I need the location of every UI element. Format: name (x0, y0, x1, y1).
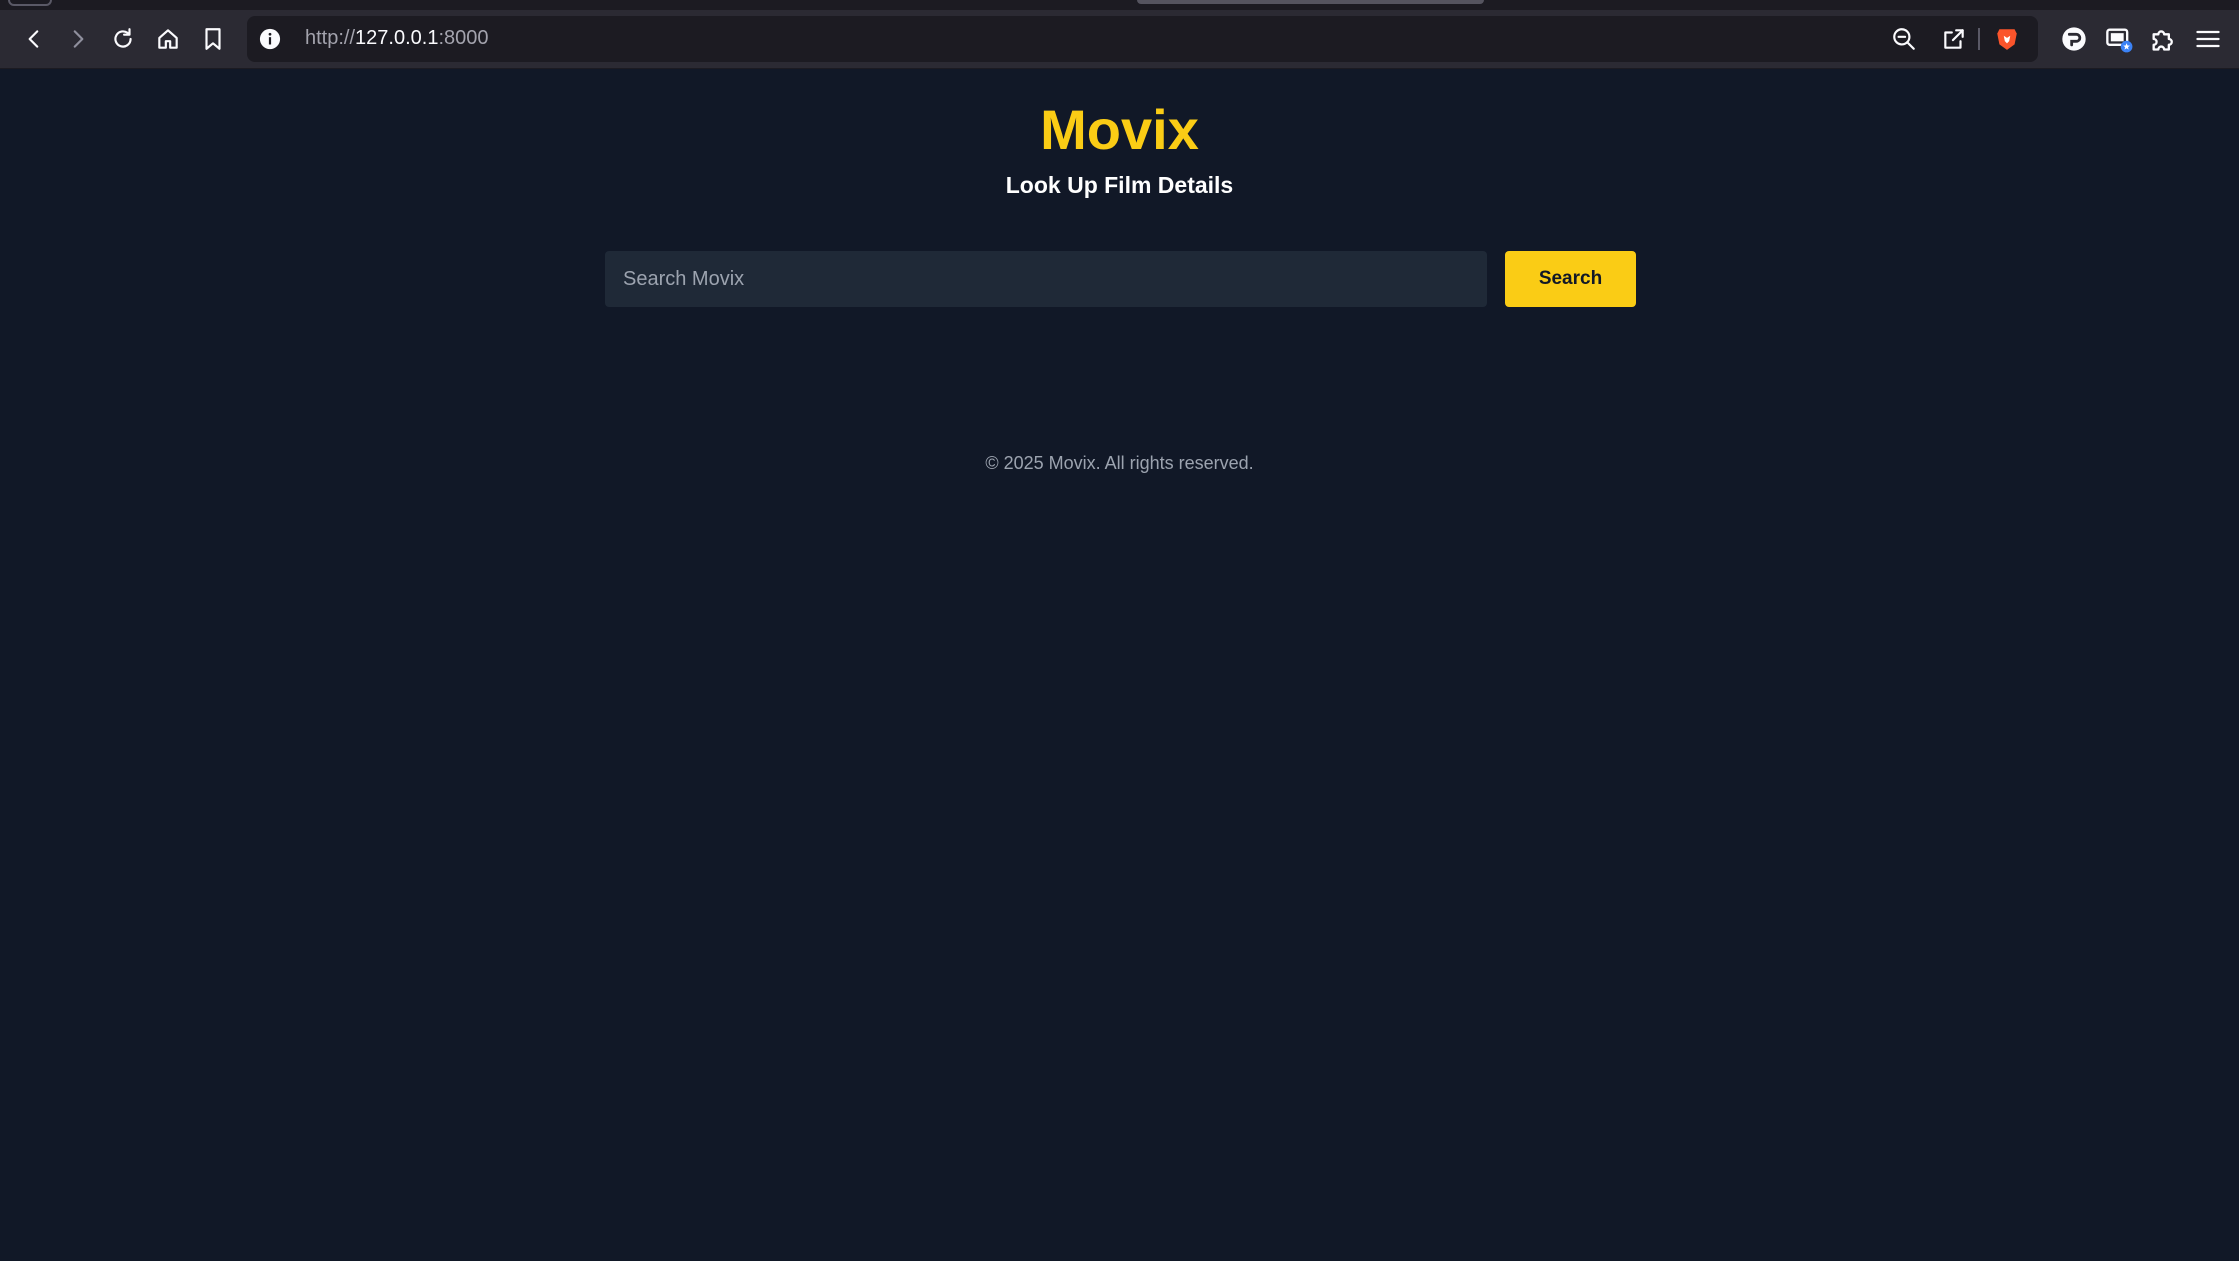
info-icon[interactable] (259, 28, 281, 50)
extension-a-button[interactable] (2056, 21, 2092, 57)
reload-icon (114, 28, 132, 48)
brave-lion-icon (1997, 29, 2017, 50)
address-bar[interactable]: http://127.0.0.1:8000 (247, 16, 2038, 62)
zoom-out-icon (1893, 28, 1915, 50)
url-text[interactable]: http://127.0.0.1:8000 (305, 27, 489, 50)
page-content: Movix Look Up Film Details Search © 2025… (0, 69, 2239, 1261)
share-icon (1944, 29, 1964, 49)
tab-strip (0, 0, 2239, 10)
menu-button[interactable] (2190, 21, 2226, 57)
url-scheme: http:// (305, 27, 356, 49)
forward-button[interactable] (60, 21, 96, 57)
active-tab[interactable] (1137, 0, 1484, 4)
browser-toolbar: http://127.0.0.1:8000 (0, 0, 2239, 69)
reload-button[interactable] (105, 21, 141, 57)
home-icon (158, 29, 178, 49)
hamburger-menu-icon (2196, 30, 2220, 48)
brand-title: Movix (1040, 98, 1199, 161)
puzzle-icon (2152, 30, 2173, 51)
tab-overview-button[interactable] (8, 0, 52, 6)
url-port: :8000 (438, 27, 489, 49)
extensions-button[interactable] (2145, 21, 2181, 57)
extension-icon (2062, 27, 2086, 51)
zoom-button[interactable] (1891, 26, 1917, 52)
bookmark-icon (205, 28, 221, 50)
tagline: Look Up Film Details (1005, 172, 1234, 198)
share-button[interactable] (1941, 26, 1967, 52)
home-button[interactable] (150, 21, 186, 57)
extension-b-button[interactable] (2101, 21, 2137, 57)
window-badge-icon (2106, 28, 2133, 53)
forward-arrow-icon (73, 30, 84, 48)
back-arrow-icon (28, 30, 39, 48)
search-input[interactable] (605, 251, 1487, 307)
bookmark-button[interactable] (195, 21, 231, 57)
footer-copyright: © 2025 Movix. All rights reserved. (985, 453, 1254, 473)
search-button[interactable]: Search (1505, 251, 1636, 307)
urlbar-separator (1978, 28, 1980, 50)
back-button[interactable] (16, 21, 52, 57)
brave-shields-button[interactable] (1994, 26, 2020, 52)
url-host: 127.0.0.1 (355, 27, 439, 49)
